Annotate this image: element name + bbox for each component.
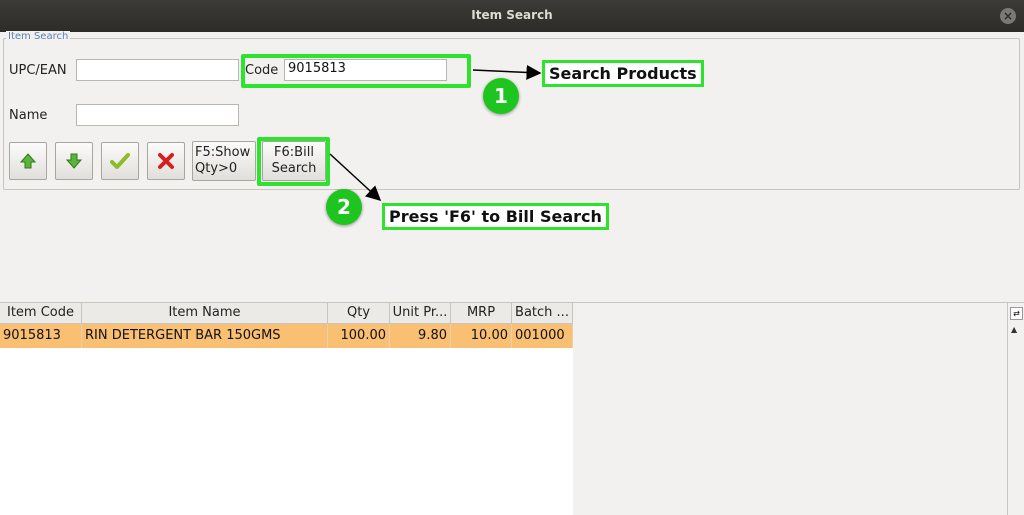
arrow-step1 xyxy=(472,64,542,80)
results-grid: Item Code Item Name Qty Unit Pr... MRP B… xyxy=(0,303,573,515)
step2-badge: 2 xyxy=(326,189,362,225)
header-item-code[interactable]: Item Code xyxy=(0,303,82,324)
step1-badge: 1 xyxy=(483,78,519,114)
header-batch[interactable]: Batch ... xyxy=(512,303,573,324)
header-mrp[interactable]: MRP xyxy=(451,303,512,324)
column-chooser-icon[interactable]: ⇄ xyxy=(1010,307,1023,320)
cell-item-code: 9015813 xyxy=(0,324,82,348)
cell-mrp: 10.00 xyxy=(451,324,512,348)
cell-batch: 001000 xyxy=(512,324,573,348)
table-header: Item Code Item Name Qty Unit Pr... MRP B… xyxy=(0,303,573,324)
header-unit-price[interactable]: Unit Pr... xyxy=(390,303,451,324)
cell-qty: 100.00 xyxy=(328,324,390,348)
header-item-name[interactable]: Item Name xyxy=(82,303,328,324)
step1-callout: Search Products xyxy=(542,60,704,87)
header-qty[interactable]: Qty xyxy=(328,303,390,324)
cell-unit-price: 9.80 xyxy=(390,324,451,348)
vertical-scrollbar[interactable]: ⇄ ▲ xyxy=(1007,303,1024,515)
results-table: Item Code Item Name Qty Unit Pr... MRP B… xyxy=(0,302,1024,515)
scroll-up-icon[interactable]: ▲ xyxy=(1011,325,1017,334)
step2-callout: Press 'F6' to Bill Search xyxy=(382,203,609,230)
cell-item-name: RIN DETERGENT BAR 150GMS xyxy=(82,324,328,348)
table-row[interactable]: 9015813 RIN DETERGENT BAR 150GMS 100.00 … xyxy=(0,324,573,348)
